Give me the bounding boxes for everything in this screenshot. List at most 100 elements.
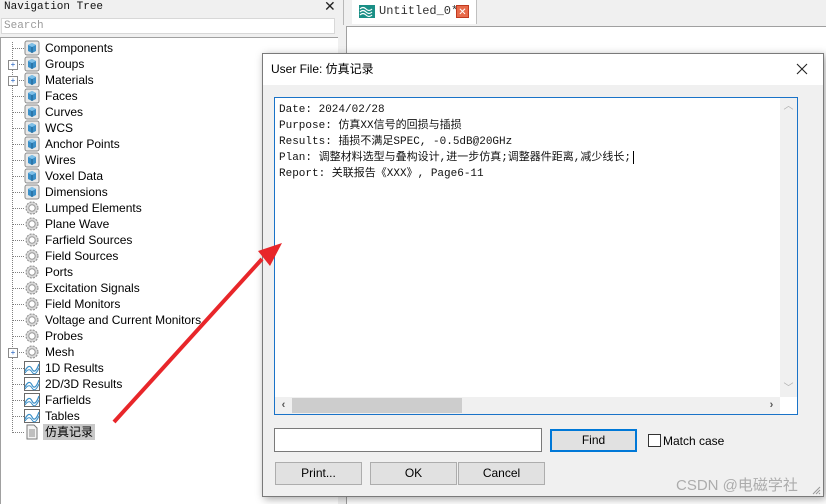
tree-item-label: Anchor Points [45, 137, 120, 151]
tree-item[interactable]: Farfield Sources [1, 232, 261, 248]
cube-icon [24, 168, 40, 184]
tree-item[interactable]: Dimensions [1, 184, 261, 200]
ok-button[interactable]: OK [370, 462, 457, 485]
scroll-down-icon[interactable]: ﹀ [780, 380, 797, 397]
print-button[interactable]: Print... [275, 462, 362, 485]
tree-connector [12, 336, 24, 337]
tree-item[interactable]: + Mesh [1, 344, 261, 360]
horizontal-scrollbar[interactable]: ‹ › [275, 397, 780, 414]
tree-connector [12, 256, 24, 257]
tree-item[interactable]: Voltage and Current Monitors [1, 312, 261, 328]
gear-icon [24, 328, 40, 344]
match-case-label[interactable]: Match case [663, 434, 724, 449]
expand-icon[interactable]: + [8, 76, 18, 86]
gear-icon [24, 232, 40, 248]
tree-item-label: 2D/3D Results [45, 377, 123, 391]
tree-item[interactable]: 仿真记录 [1, 424, 261, 440]
tree-item[interactable]: Curves [1, 104, 261, 120]
tree-item[interactable]: Wires [1, 152, 261, 168]
tree-connector [12, 224, 24, 225]
tree-item-label: Farfield Sources [45, 233, 133, 247]
tab-close-icon[interactable]: ✕ [456, 5, 469, 18]
tree-item[interactable]: WCS [1, 120, 261, 136]
expand-icon[interactable]: + [8, 60, 18, 70]
tree-connector [12, 192, 24, 193]
tree-item[interactable]: Components [1, 40, 261, 56]
content-line: Purpose: 仿真XX信号的回损与插损 [279, 120, 462, 132]
scroll-right-icon[interactable]: › [763, 397, 780, 414]
tree-item[interactable]: Lumped Elements [1, 200, 261, 216]
tree-connector [12, 240, 24, 241]
tree-connector [12, 288, 24, 289]
tree-item-label: Field Monitors [45, 297, 121, 311]
cube-icon [24, 104, 40, 120]
text-caret [633, 150, 635, 164]
find-button[interactable]: Find [550, 429, 637, 452]
tree-connector [12, 112, 24, 113]
tree-item-label: Probes [45, 329, 84, 343]
tree-connector [12, 128, 24, 129]
tree-item[interactable]: 1D Results [1, 360, 261, 376]
cancel-button[interactable]: Cancel [458, 462, 545, 485]
user-file-dialog: User File: 仿真记录 Date: 2024/02/28 Purpose:… [262, 53, 824, 497]
tree-item-label: Voltage and Current Monitors [45, 313, 202, 327]
tree-item-label: 1D Results [45, 361, 104, 375]
cube-icon [24, 184, 40, 200]
dialog-title: User File: 仿真记录 [271, 62, 374, 76]
tree-item[interactable]: Probes [1, 328, 261, 344]
tree-item[interactable]: 2D/3D Results [1, 376, 261, 392]
tree-item[interactable]: Voxel Data [1, 168, 261, 184]
file-content-text[interactable]: Date: 2024/02/28 Purpose: 仿真XX信号的回损与插损 Res… [279, 102, 779, 392]
cube-icon [24, 136, 40, 152]
tree-item[interactable]: Farfields [1, 392, 261, 408]
file-content-editor[interactable]: Date: 2024/02/28 Purpose: 仿真XX信号的回损与插损 Res… [274, 97, 798, 415]
expand-icon[interactable]: + [8, 348, 18, 358]
tree-item-label: Dimensions [45, 185, 108, 199]
match-case-checkbox[interactable] [648, 434, 661, 447]
horizontal-scroll-thumb[interactable] [292, 398, 462, 413]
gear-icon [24, 248, 40, 264]
content-line: Plan: 调整材料选型与叠构设计,进一步仿真;调整器件距离,减少线长; [279, 150, 779, 166]
scroll-left-icon[interactable]: ‹ [275, 397, 292, 414]
tree-item-label: Materials [45, 73, 94, 87]
tree-item[interactable]: Plane Wave [1, 216, 261, 232]
tree-item[interactable]: Faces [1, 88, 261, 104]
chart-icon [24, 376, 40, 392]
gear-icon [24, 216, 40, 232]
tree-connector [12, 96, 24, 97]
find-input[interactable] [274, 428, 542, 452]
tree-item[interactable]: + Groups [1, 56, 261, 72]
tree-item-label: Excitation Signals [45, 281, 140, 295]
tree-item[interactable]: + Materials [1, 72, 261, 88]
resize-grip-icon[interactable] [811, 484, 821, 495]
cube-icon [24, 72, 40, 88]
gear-icon [24, 280, 40, 296]
tree-connector [12, 208, 24, 209]
tree-item-label: Mesh [45, 345, 75, 359]
tree-item[interactable]: Field Monitors [1, 296, 261, 312]
navigation-header: Navigation Tree ✕ [0, 0, 343, 15]
search-input[interactable] [1, 18, 335, 34]
tree-item[interactable]: Ports [1, 264, 261, 280]
scroll-up-icon[interactable]: ︿ [780, 98, 797, 115]
tree-item[interactable]: Excitation Signals [1, 280, 261, 296]
cube-icon [24, 56, 40, 72]
tree-item[interactable]: Anchor Points [1, 136, 261, 152]
gear-icon [24, 264, 40, 280]
cube-icon [24, 152, 40, 168]
tree-connector [12, 400, 24, 401]
tree-connector [12, 368, 24, 369]
tree-item-label: Tables [45, 409, 80, 423]
content-line: Results: 插损不满足SPEC, -0.5dB@20GHz [279, 136, 513, 148]
tree-item-label: Voxel Data [45, 169, 104, 183]
tree-item[interactable]: Field Sources [1, 248, 261, 264]
cube-icon [24, 120, 40, 136]
tree-connector [12, 304, 24, 305]
tab-untitled[interactable]: Untitled_0* ✕ [352, 0, 477, 24]
vertical-scrollbar[interactable]: ︿ ﹀ [780, 98, 797, 397]
close-icon[interactable]: ✕ [324, 0, 336, 14]
tree-item[interactable]: Tables [1, 408, 261, 424]
chart-icon [24, 408, 40, 424]
gear-icon [24, 344, 40, 360]
dialog-close-icon[interactable] [791, 58, 813, 80]
